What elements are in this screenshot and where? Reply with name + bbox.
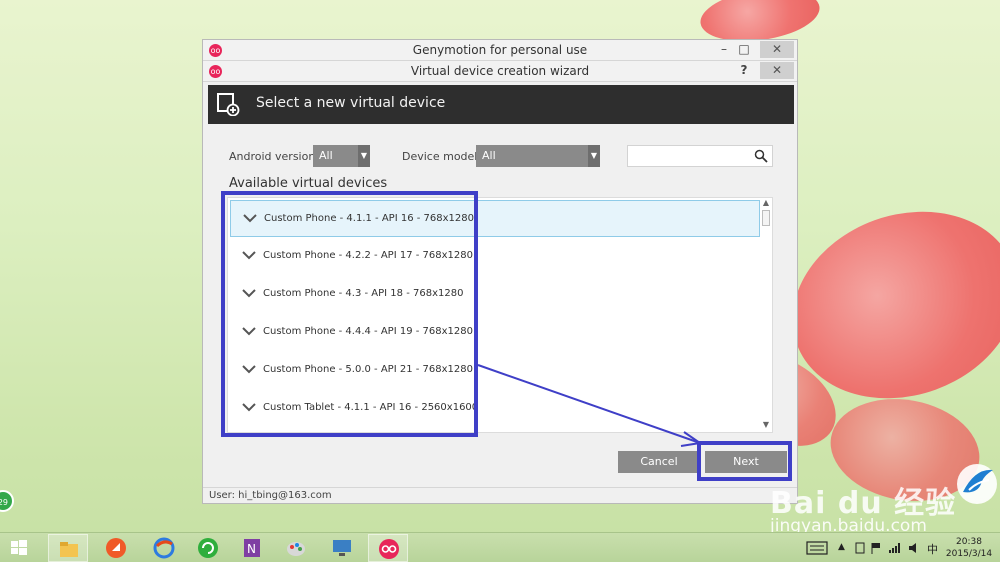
keyboard-icon[interactable] xyxy=(806,541,828,555)
signal-icon[interactable] xyxy=(888,542,902,554)
wizard-titlebar[interactable]: oo Virtual device creation wizard ? ✕ xyxy=(203,61,797,82)
wizard-close-button[interactable]: ✕ xyxy=(760,62,794,79)
taskbar: N ▲ 中 20:38 2015/3/14 xyxy=(0,532,1000,562)
genymotion-logo-icon xyxy=(379,539,399,559)
chevron-down-icon: ▼ xyxy=(358,145,370,167)
paint-icon xyxy=(287,542,305,556)
bird-logo-icon xyxy=(957,464,997,504)
android-version-select[interactable]: All ▼ xyxy=(313,145,370,167)
clock-date: 2015/3/14 xyxy=(945,549,993,559)
search-icon[interactable] xyxy=(754,149,768,163)
svg-text:N: N xyxy=(247,542,256,556)
device-model-select[interactable]: All ▼ xyxy=(476,145,600,167)
ime-indicator[interactable]: 中 xyxy=(927,541,938,562)
outer-window-title: Genymotion for personal use xyxy=(412,43,588,57)
clock-time: 20:38 xyxy=(956,537,982,547)
outer-titlebar[interactable]: oo Genymotion for personal use – □ ✕ xyxy=(203,40,797,61)
windows-logo-icon[interactable] xyxy=(8,537,30,559)
status-bar: User: hi_tbing@163.com xyxy=(203,487,797,503)
volume-icon[interactable] xyxy=(908,542,920,554)
refresh-app-icon xyxy=(198,538,218,558)
search-input[interactable] xyxy=(628,148,748,168)
chevron-down-icon: ▼ xyxy=(588,145,600,167)
taskbar-app-player[interactable] xyxy=(96,534,136,562)
clock[interactable]: 20:38 2015/3/14 xyxy=(942,536,996,560)
minimize-button[interactable]: – xyxy=(714,41,734,58)
cancel-button[interactable]: Cancel xyxy=(618,451,700,473)
available-devices-title: Available virtual devices xyxy=(229,176,388,191)
onenote-icon: N xyxy=(244,539,260,557)
android-version-value: All xyxy=(319,149,333,162)
annotation-box-next-button xyxy=(697,441,792,481)
scroll-up-icon[interactable]: ▲ xyxy=(760,198,772,208)
scroll-thumb[interactable] xyxy=(762,210,770,226)
browser-icon xyxy=(153,537,175,559)
device-model-value: All xyxy=(482,149,496,162)
start-button[interactable] xyxy=(4,534,34,562)
folder-icon xyxy=(60,542,78,557)
flag-icon[interactable] xyxy=(870,542,882,554)
maximize-button[interactable]: □ xyxy=(734,41,754,58)
taskbar-paint[interactable] xyxy=(276,534,316,562)
scroll-down-icon[interactable]: ▼ xyxy=(760,420,772,430)
taskbar-onenote[interactable]: N xyxy=(232,534,272,562)
monitor-icon xyxy=(333,540,351,556)
wizard-header: Select a new virtual device xyxy=(208,85,794,124)
help-button[interactable]: ? xyxy=(734,62,754,79)
add-device-icon xyxy=(217,93,240,116)
list-scrollbar[interactable]: ▲ ▼ xyxy=(760,198,772,432)
taskbar-refresh-app[interactable] xyxy=(188,534,228,562)
taskbar-browser[interactable] xyxy=(144,534,184,562)
taskbar-file-explorer[interactable] xyxy=(48,534,88,562)
media-player-icon xyxy=(106,538,126,558)
tray-expand-icon[interactable]: ▲ xyxy=(838,542,845,562)
android-version-label: Android version: xyxy=(229,150,320,163)
taskbar-genymotion[interactable] xyxy=(368,534,408,562)
device-icon[interactable] xyxy=(854,542,866,554)
desktop-badge[interactable]: 29 xyxy=(0,490,14,512)
wizard-window-title: Virtual device creation wizard xyxy=(410,64,590,78)
wizard-header-title: Select a new virtual device xyxy=(256,95,446,111)
outer-close-button[interactable]: ✕ xyxy=(760,41,794,58)
device-model-label: Device model: xyxy=(402,150,482,163)
taskbar-remote-desktop[interactable] xyxy=(322,534,362,562)
annotation-box-device-list xyxy=(221,191,478,437)
search-field[interactable] xyxy=(627,145,773,168)
